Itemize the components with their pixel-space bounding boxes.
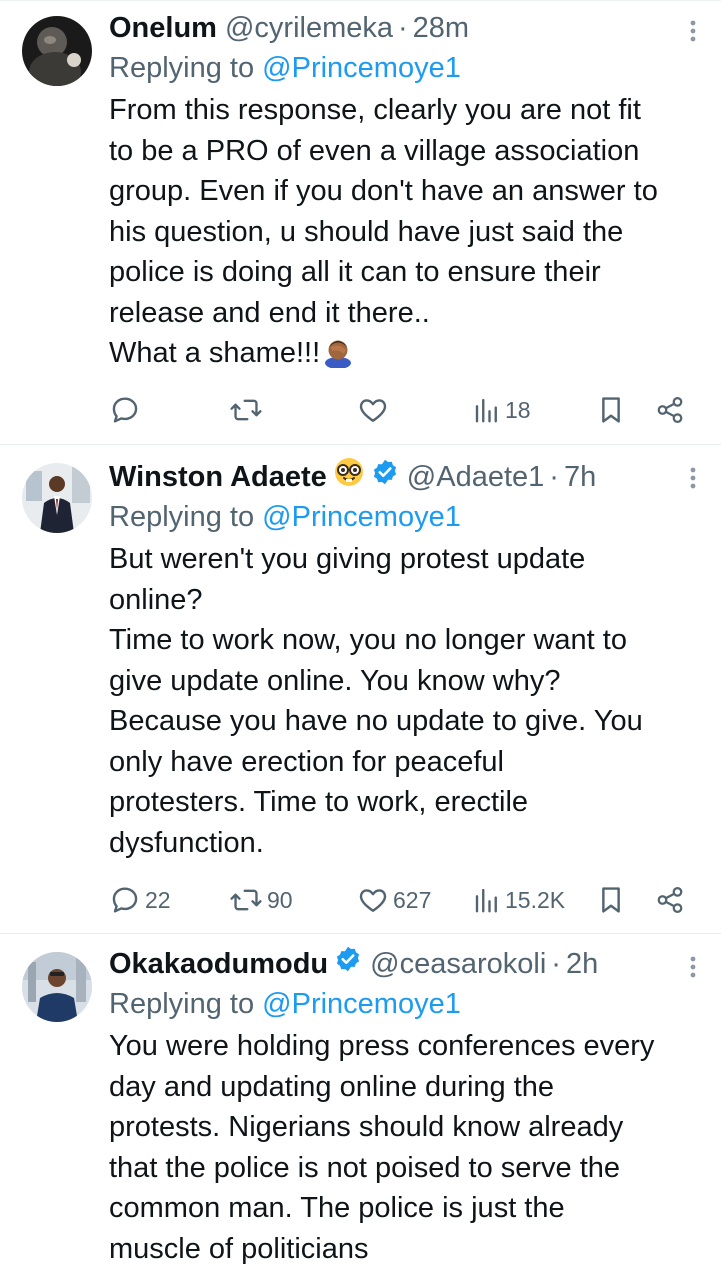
- tweet-text: But weren't you giving protest update on…: [109, 543, 643, 859]
- nerd-face-emoji: [333, 456, 365, 499]
- like-button[interactable]: 627: [357, 880, 431, 920]
- views-button[interactable]: 18: [473, 390, 531, 430]
- verified-badge-icon: [371, 457, 399, 497]
- reply-count: 22: [145, 886, 171, 913]
- timestamp[interactable]: 2h: [566, 944, 598, 984]
- replying-to-label: Replying to: [109, 501, 263, 533]
- reply-button[interactable]: 22: [109, 880, 171, 920]
- separator: ·: [551, 948, 561, 980]
- tweet-text: You were holding press conferences every…: [109, 1030, 655, 1265]
- tweet-3[interactable]: Okakaodumodu @ceasarokoli · 2h Replying …: [0, 934, 721, 1280]
- timestamp[interactable]: 7h: [564, 457, 596, 497]
- views-button[interactable]: 15.2K: [473, 880, 565, 920]
- display-name[interactable]: Onelum: [109, 8, 217, 48]
- repost-icon: [230, 889, 262, 911]
- timestamp[interactable]: 28m: [413, 8, 469, 48]
- user-handle[interactable]: @ceasarokoli: [370, 944, 546, 984]
- replying-to: Replying to @Princemoye1: [109, 48, 703, 88]
- tweet-header: Winston Adaete @Adaete1 · 7h: [109, 457, 703, 497]
- display-name[interactable]: Winston Adaete: [109, 457, 327, 497]
- avatar[interactable]: [22, 16, 92, 86]
- replying-to: Replying to @Princemoye1: [109, 497, 703, 537]
- replying-to-label: Replying to: [109, 988, 263, 1020]
- repost-count: 90: [267, 886, 293, 913]
- bookmark-icon: [602, 397, 620, 423]
- like-button[interactable]: [357, 390, 389, 430]
- separator: ·: [398, 12, 408, 44]
- share-icon: [657, 397, 683, 423]
- avatar[interactable]: [22, 952, 92, 1022]
- mention-link[interactable]: @Princemoye1: [262, 501, 461, 533]
- bookmark-button[interactable]: [597, 880, 625, 920]
- avatar[interactable]: [22, 463, 92, 533]
- views-count: 15.2K: [505, 886, 566, 913]
- tweet-2[interactable]: Winston Adaete @Adaete1 · 7h Replying to…: [0, 445, 721, 934]
- reply-icon: [112, 397, 138, 423]
- user-handle[interactable]: @Adaete1: [407, 457, 544, 497]
- repost-button[interactable]: [229, 390, 263, 430]
- mention-link[interactable]: @Princemoye1: [262, 988, 461, 1020]
- tweet-header: Onelum @cyrilemeka · 28m: [109, 8, 703, 48]
- separator: ·: [549, 461, 559, 493]
- display-name[interactable]: Okakaodumodu: [109, 944, 328, 984]
- repost-icon: [230, 399, 262, 421]
- mention-link[interactable]: @Princemoye1: [262, 52, 461, 84]
- repost-button[interactable]: 90: [229, 880, 293, 920]
- tweet-1[interactable]: Onelum @cyrilemeka · 28m Replying to @Pr…: [0, 8, 721, 445]
- tweet-body: From this response, clearly you are not …: [109, 94, 658, 369]
- views-icon: [475, 398, 497, 423]
- tweet-text: From this response, clearly you are not …: [109, 90, 703, 380]
- tweet-header: Okakaodumodu @ceasarokoli · 2h: [109, 944, 703, 984]
- verified-badge-icon: [334, 944, 362, 984]
- views-count: 18: [505, 396, 531, 423]
- reply-icon: [112, 887, 138, 913]
- views-icon: [475, 888, 497, 913]
- action-bar: 18: [109, 390, 691, 430]
- like-count: 627: [393, 886, 432, 913]
- replying-to: Replying to @Princemoye1: [109, 984, 703, 1024]
- reply-button[interactable]: [109, 390, 141, 430]
- facepalm-emoji: [322, 336, 354, 380]
- share-icon: [657, 887, 683, 913]
- bookmark-icon: [602, 887, 620, 913]
- share-button[interactable]: [655, 390, 685, 430]
- user-handle[interactable]: @cyrilemeka: [225, 8, 393, 48]
- share-button[interactable]: [655, 880, 685, 920]
- action-bar: 22 90 627 15.2K: [109, 880, 691, 920]
- like-icon: [359, 399, 387, 422]
- bookmark-button[interactable]: [597, 390, 625, 430]
- like-icon: [359, 889, 387, 912]
- replying-to-label: Replying to: [109, 52, 263, 84]
